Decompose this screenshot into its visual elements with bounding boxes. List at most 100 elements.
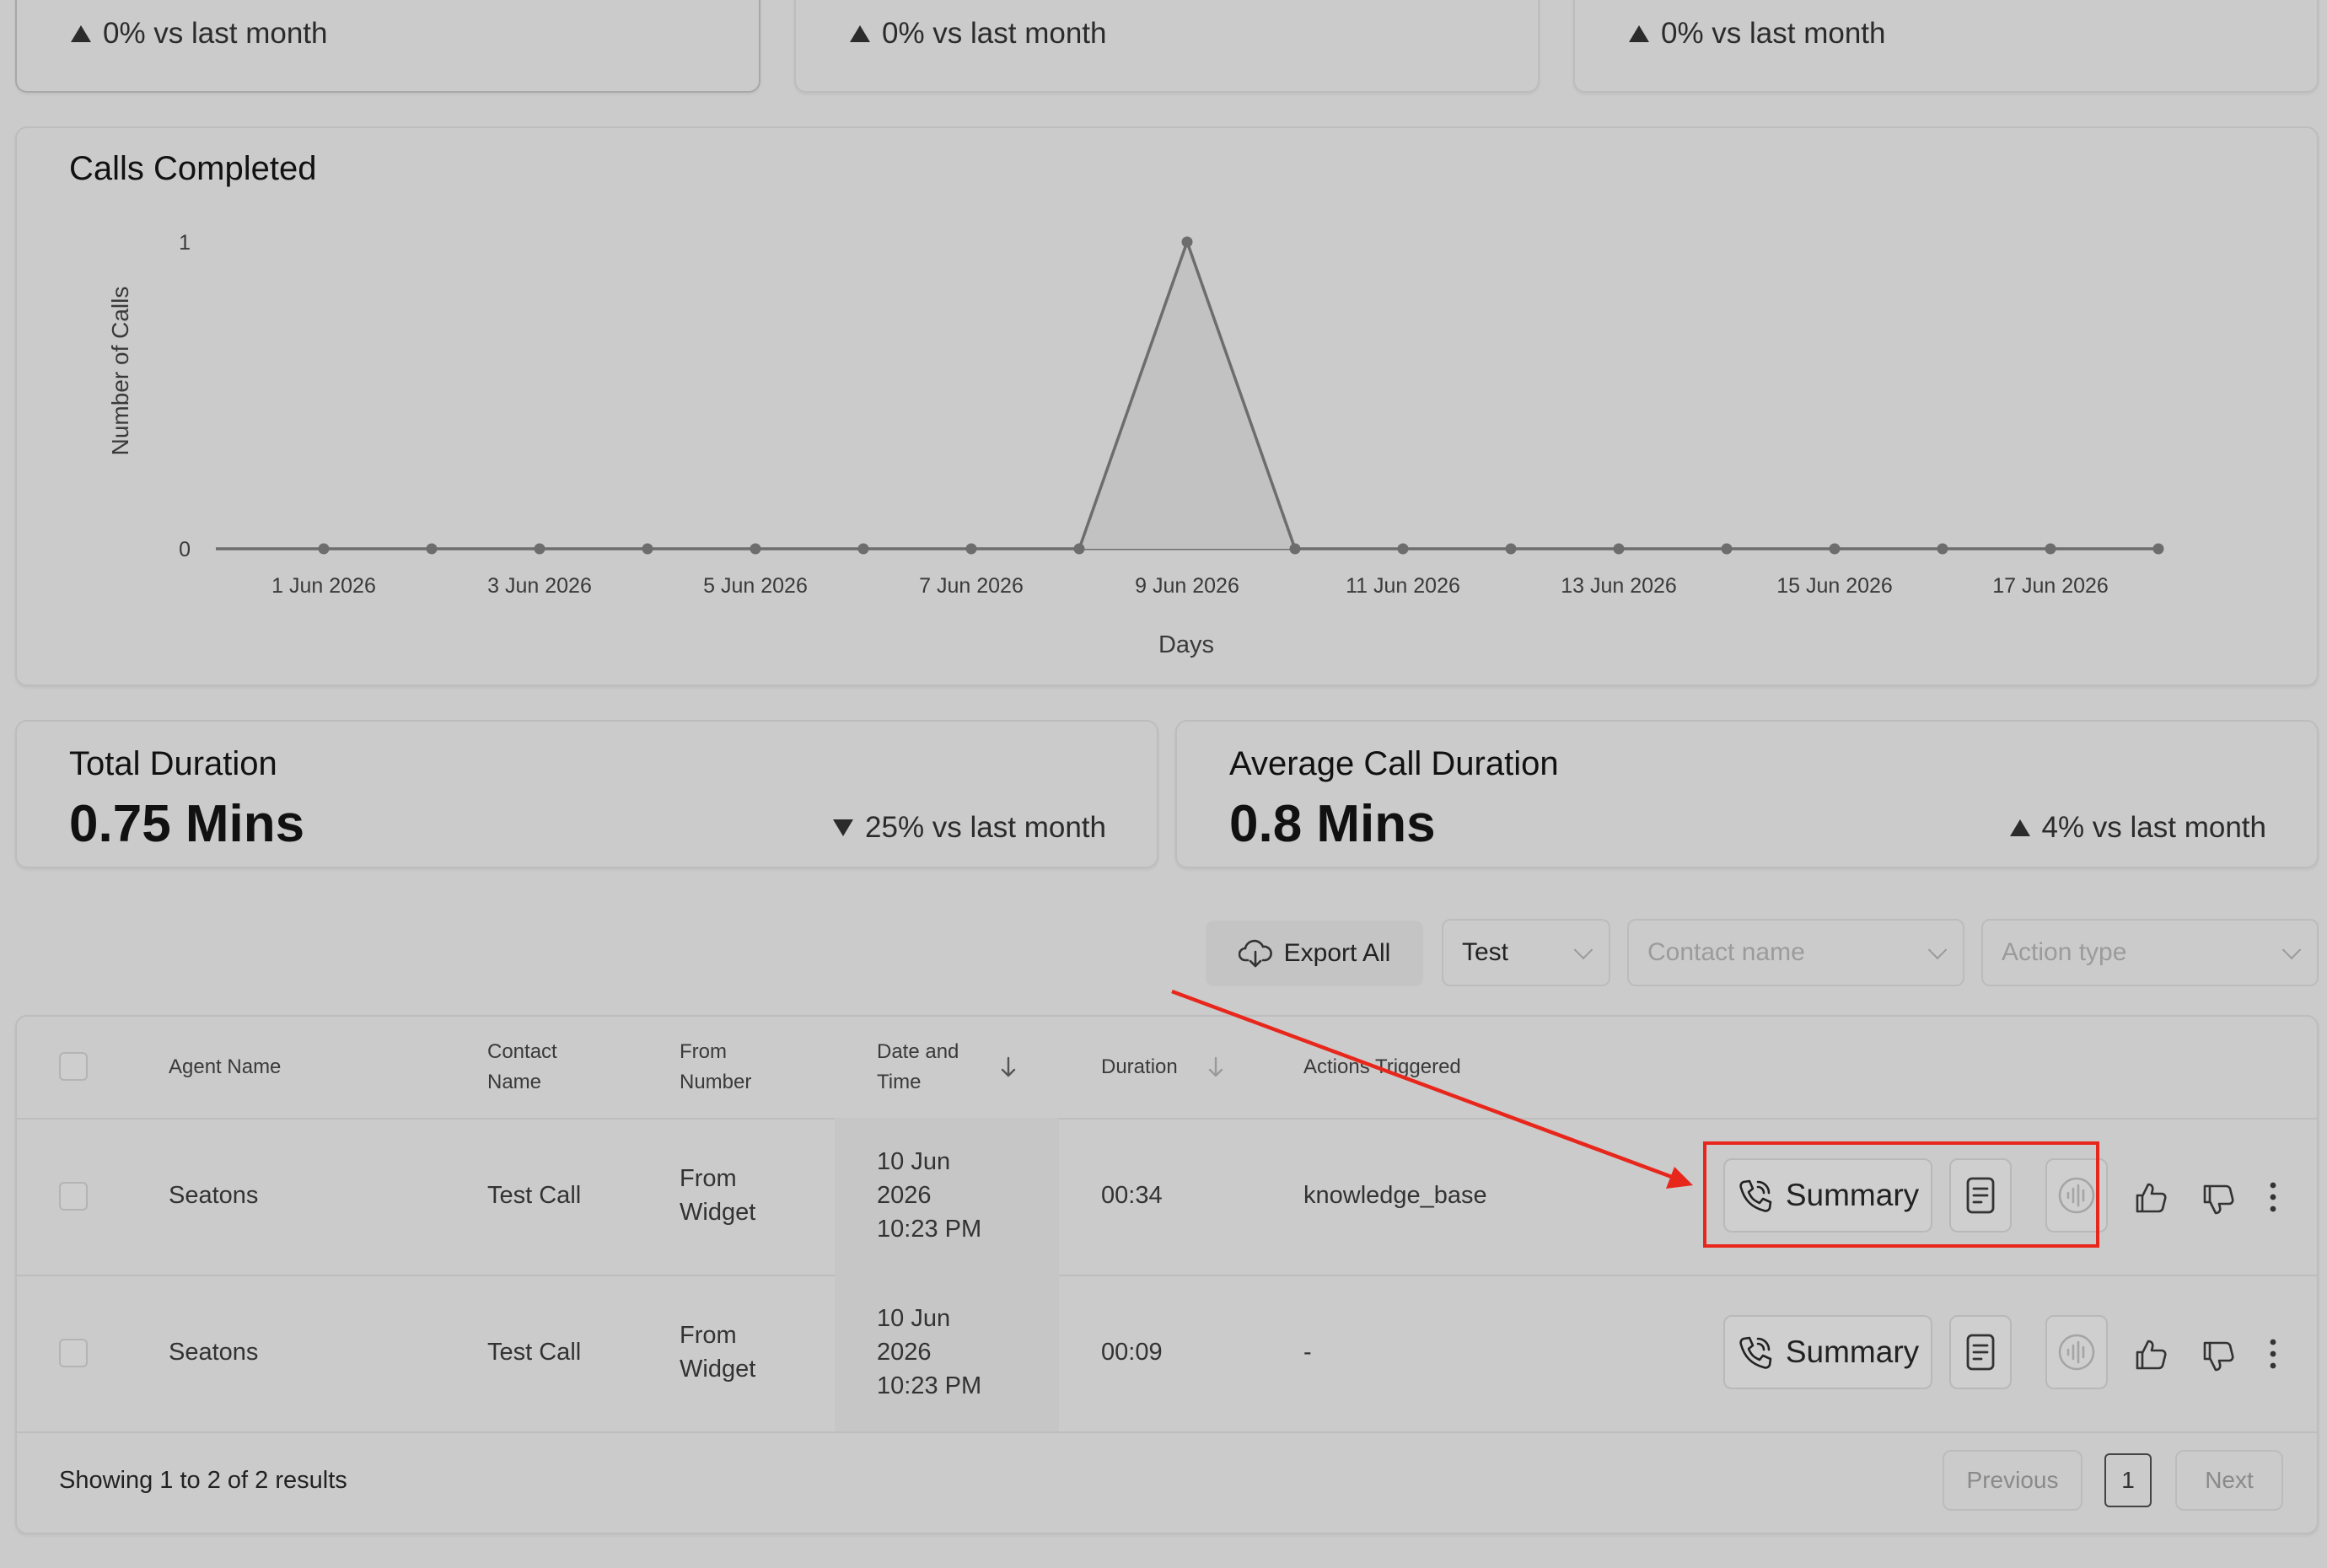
recording-button[interactable] xyxy=(2045,1158,2108,1232)
audio-waveform-icon xyxy=(2058,1177,2095,1214)
summary-button[interactable]: Summary xyxy=(1723,1158,1932,1232)
header-duration[interactable]: Duration xyxy=(1101,1052,1178,1082)
agent-name-cell: Seatons xyxy=(169,1182,259,1209)
duration-cell: 00:34 xyxy=(1101,1182,1163,1209)
agent-select[interactable]: Test xyxy=(1442,919,1610,986)
audio-waveform-icon xyxy=(2058,1334,2095,1371)
data-point xyxy=(1613,543,1625,555)
contact-name-select[interactable]: Contact name xyxy=(1627,919,1964,986)
data-point xyxy=(2152,543,2164,555)
trend-down-icon xyxy=(833,819,854,836)
data-point xyxy=(1721,543,1733,555)
more-vertical-icon[interactable] xyxy=(2265,1180,2281,1214)
summary-label: Summary xyxy=(1785,1178,1920,1212)
data-point xyxy=(965,543,977,555)
export-all-label: Export All xyxy=(1283,939,1391,967)
average-duration-card: Average Call Duration 0.8 Mins 4% vs las… xyxy=(1175,720,2319,868)
y-axis-label: Number of Calls xyxy=(107,287,133,456)
x-tick-label: 7 Jun 2026 xyxy=(919,574,1024,598)
from-number-cell: From Widget xyxy=(680,1322,756,1383)
x-tick-label: 15 Jun 2026 xyxy=(1776,574,1893,598)
date-time-cell: 10 Jun 2026 10:23 PM xyxy=(877,1148,982,1243)
sort-arrow-down-icon[interactable] xyxy=(1206,1055,1226,1079)
data-point xyxy=(1937,543,1948,555)
duration-cell: 00:09 xyxy=(1101,1339,1163,1366)
more-vertical-icon[interactable] xyxy=(2265,1337,2281,1371)
action-type-placeholder: Action type xyxy=(2002,938,2127,966)
data-point xyxy=(1289,543,1301,555)
thumbs-down-icon[interactable] xyxy=(2201,1182,2236,1217)
header-agent-name[interactable]: Agent Name xyxy=(169,1052,281,1082)
total-duration-card: Total Duration 0.75 Mins 25% vs last mon… xyxy=(15,720,1158,868)
total-duration-value: 0.75 Mins xyxy=(69,795,305,853)
agent-name-cell: Seatons xyxy=(169,1339,259,1366)
agent-select-value: Test xyxy=(1462,938,1509,966)
x-tick-label: 11 Jun 2026 xyxy=(1346,574,1460,598)
data-point xyxy=(857,543,869,555)
table-row[interactable]: Seatons Test Call From Widget 10 Jun 202… xyxy=(17,1275,2317,1433)
actions-triggered-cell: - xyxy=(1303,1339,1312,1366)
data-point xyxy=(750,543,761,555)
row-checkbox[interactable] xyxy=(59,1182,88,1211)
data-point xyxy=(2045,543,2056,555)
x-tick-label: 1 Jun 2026 xyxy=(271,574,376,598)
header-contact-name[interactable]: Contact Name xyxy=(487,1037,557,1098)
transcript-button[interactable] xyxy=(1949,1315,2012,1389)
y-tick-label: 0 xyxy=(179,538,191,561)
summary-button[interactable]: Summary xyxy=(1723,1315,1932,1389)
contact-name-cell: Test Call xyxy=(487,1182,582,1209)
table-header: Agent Name Contact Name From Number Date… xyxy=(17,1017,2317,1120)
data-point xyxy=(426,543,438,555)
calls-line-chart: Number of Calls Days 011 Jun 2026 3 Jun 2… xyxy=(107,231,2164,658)
contact-name-cell: Test Call xyxy=(487,1339,582,1366)
data-point xyxy=(1505,543,1517,555)
x-axis-label: Days xyxy=(1158,631,1214,658)
export-all-button[interactable]: Export All xyxy=(1206,921,1423,986)
thumbs-up-icon[interactable] xyxy=(2133,1180,2168,1216)
header-date-time[interactable]: Date and Time xyxy=(877,1037,959,1098)
data-point xyxy=(1397,543,1409,555)
series-area xyxy=(216,242,2158,549)
phone-call-icon xyxy=(1739,1179,1772,1212)
x-tick-label: 9 Jun 2026 xyxy=(1135,574,1239,598)
x-tick-label: 13 Jun 2026 xyxy=(1561,574,1677,598)
thumbs-down-icon[interactable] xyxy=(2201,1339,2236,1374)
page-number-button[interactable]: 1 xyxy=(2104,1453,2152,1507)
thumbs-up-icon[interactable] xyxy=(2133,1337,2168,1372)
summary-label: Summary xyxy=(1785,1334,1920,1369)
data-point xyxy=(1181,236,1193,248)
trend-up-icon xyxy=(2009,819,2030,836)
select-all-checkbox[interactable] xyxy=(59,1052,88,1081)
document-icon xyxy=(1966,1334,1995,1371)
average-duration-trend: 4% vs last month xyxy=(2009,811,2266,845)
next-page-button[interactable]: Next xyxy=(2175,1450,2283,1511)
x-tick-label: 3 Jun 2026 xyxy=(487,574,592,598)
document-icon xyxy=(1966,1177,1995,1214)
data-point xyxy=(534,543,545,555)
average-duration-title: Average Call Duration xyxy=(1229,745,1559,782)
phone-call-icon xyxy=(1739,1336,1772,1369)
header-from-number[interactable]: From Number xyxy=(680,1037,751,1098)
average-duration-value: 0.8 Mins xyxy=(1229,795,1436,853)
x-tick-label: 5 Jun 2026 xyxy=(703,574,808,598)
sort-arrow-down-icon[interactable] xyxy=(998,1055,1018,1079)
data-point xyxy=(1073,543,1085,555)
recording-button[interactable] xyxy=(2045,1315,2108,1389)
data-point xyxy=(642,543,653,555)
calls-table: Agent Name Contact Name From Number Date… xyxy=(15,1015,2319,1534)
previous-page-button[interactable]: Previous xyxy=(1943,1450,2082,1511)
y-tick-label: 1 xyxy=(179,231,191,255)
actions-triggered-cell: knowledge_base xyxy=(1303,1182,1487,1209)
x-tick-label: 17 Jun 2026 xyxy=(1992,574,2109,598)
action-type-select[interactable]: Action type xyxy=(1981,919,2319,986)
table-row[interactable]: Seatons Test Call From Widget 10 Jun 202… xyxy=(17,1118,2317,1276)
date-time-cell: 10 Jun 2026 10:23 PM xyxy=(877,1305,982,1399)
chevron-down-icon xyxy=(1927,940,1948,960)
row-checkbox[interactable] xyxy=(59,1339,88,1367)
chevron-down-icon xyxy=(1573,940,1593,960)
chevron-down-icon xyxy=(2281,940,2302,960)
from-number-cell: From Widget xyxy=(680,1165,756,1226)
data-point xyxy=(1829,543,1841,555)
total-duration-trend: 25% vs last month xyxy=(833,811,1106,845)
transcript-button[interactable] xyxy=(1949,1158,2012,1232)
